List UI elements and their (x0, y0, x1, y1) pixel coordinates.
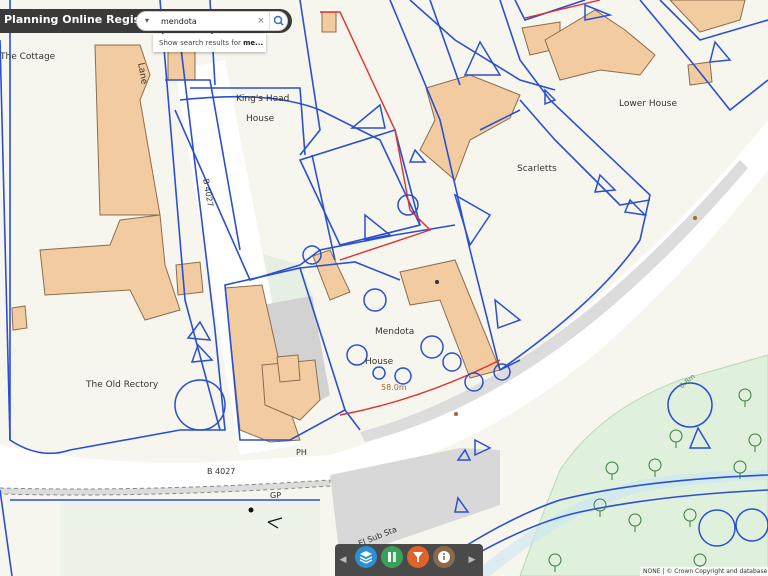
search-scope-dropdown[interactable]: ▾ (141, 14, 153, 28)
filter-button[interactable] (407, 546, 429, 568)
grass-area (60, 500, 320, 576)
label-ph: PH (296, 448, 307, 457)
label-kings-head-house: House (246, 114, 275, 124)
point-marker (454, 412, 458, 416)
label-scarletts: Scarletts (517, 164, 557, 174)
search-icon (273, 15, 284, 26)
label-mendota: Mendota (375, 327, 415, 337)
legend-icon (388, 552, 396, 562)
search-box: ▾ × (136, 11, 288, 31)
clear-icon[interactable]: × (255, 13, 267, 29)
point-marker (248, 507, 254, 513)
building (175, 261, 204, 296)
label-b4027-road: B 4027 (207, 467, 236, 476)
search-button[interactable] (269, 12, 288, 30)
toolbar-prev-arrow[interactable]: ◀ (338, 552, 348, 566)
label-lower-house: Lower House (619, 99, 678, 109)
building (11, 305, 28, 331)
layers-button[interactable] (355, 546, 377, 568)
label-height: 58.0m (381, 383, 407, 392)
filter-icon (413, 552, 423, 562)
map-attribution: NONE | © Crown Copyright and database (640, 567, 768, 576)
legend-button[interactable] (381, 546, 403, 568)
search-input[interactable] (161, 14, 253, 28)
map-toolbar: ◀ ▶ (335, 544, 483, 576)
label-old-rectory: The Old Rectory (86, 380, 159, 390)
search-suggestion[interactable]: Show search results for me... (153, 34, 266, 52)
label-kings-head: King's Head (236, 94, 290, 104)
toolbar-next-arrow[interactable]: ▶ (467, 552, 477, 566)
point-marker (693, 216, 697, 220)
label-the-cottage: The Cottage (0, 52, 56, 62)
layers-icon (359, 551, 373, 564)
map-canvas[interactable] (0, 0, 768, 576)
building (276, 354, 301, 383)
suggestion-prefix: Show search results for (159, 39, 244, 47)
label-gp: GP (270, 491, 282, 500)
info-button[interactable] (433, 546, 455, 568)
info-icon (438, 551, 450, 563)
point-marker (435, 280, 439, 284)
building (321, 11, 337, 33)
label-mendota-house: House (365, 357, 394, 367)
suggestion-term: me... (243, 39, 264, 47)
